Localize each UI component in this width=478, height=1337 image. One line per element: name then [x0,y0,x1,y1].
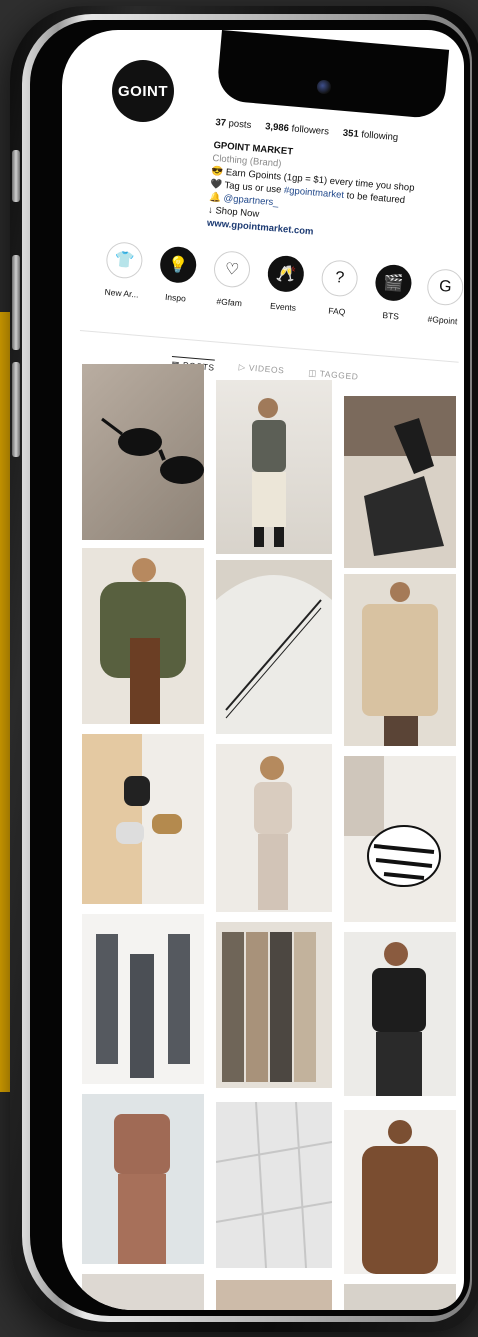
mirror-tiles-image [216,1102,332,1268]
profile-info: 37 posts 3,986 followers 351 following G… [206,116,445,249]
sunglasses-image [101,417,204,484]
gpoint-logo-icon: G [425,267,464,307]
followers-stat[interactable]: 3,986 followers [265,120,330,138]
teddy-coat-image [362,1120,438,1274]
staircase-image [216,575,332,734]
highlight-gfam[interactable]: ♡ #Gfam [201,249,261,309]
instagram-profile-screen: GOINT 37 posts 3,986 followers 351 follo… [62,30,464,1310]
highlight-gpoint[interactable]: G #Gpoint [414,267,464,327]
post-thumbnail[interactable] [82,1274,204,1310]
post-thumbnail[interactable] [82,364,204,540]
tracksuit-image [114,1114,170,1264]
post-thumbnail[interactable] [82,1094,204,1264]
highlight-bts[interactable]: 🎬 BTS [362,263,422,323]
post-thumbnail[interactable] [344,396,456,568]
device-mockup: GOINT 37 posts 3,986 followers 351 follo… [0,0,478,1337]
highlight-label: #Gpoint [427,313,458,327]
post-thumbnail[interactable] [216,380,332,554]
model-vest-image [252,398,286,547]
heart-house-icon: ♡ [212,249,252,289]
post-thumbnail[interactable] [344,756,456,922]
highlight-new-arrivals[interactable]: 👕 New Ar... [93,240,153,300]
zebra-bag-image [344,756,441,887]
post-thumbnail[interactable] [344,1110,456,1274]
clapperboard-icon: 🎬 [374,263,413,303]
post-thumbnail[interactable] [216,922,332,1088]
puffer-jacket-image [100,558,186,724]
post-thumbnail[interactable] [344,932,456,1096]
loungewear-image [254,756,292,910]
story-highlights: 👕 New Ar... 💡 Inspo ♡ #Gfam 🥂 Events ? F… [90,240,464,361]
shirt-jacket-image [362,582,438,746]
brand-logo: GOINT [118,82,168,100]
post-thumbnail[interactable] [216,1102,332,1268]
post-thumbnail[interactable] [216,560,332,734]
highlight-inspo[interactable]: 💡 Inspo [147,245,207,305]
boots-image [344,396,456,556]
post-thumbnail[interactable] [82,914,204,1084]
volume-down-button [12,362,20,457]
post-thumbnail[interactable] [216,1280,332,1310]
front-camera [317,80,331,94]
question-icon: ? [320,258,360,298]
highlight-events[interactable]: 🥂 Events [255,254,315,314]
lightbulb-icon: 💡 [158,245,198,285]
clothing-rack-image [222,932,316,1082]
tab-videos[interactable]: ▷ VIDEOS [238,362,285,380]
highlight-label: Events [269,300,297,313]
following-stat[interactable]: 351 following [342,127,398,145]
hair-clips-image [82,734,182,904]
volume-up-button [12,255,20,350]
highlight-label: Inspo [164,291,187,304]
profile-avatar[interactable]: GOINT [112,60,174,122]
highlight-faq[interactable]: ? FAQ [309,258,369,318]
highlight-label: FAQ [327,305,346,317]
following-count: 351 [342,127,360,140]
silent-switch [12,150,20,202]
post-thumbnail[interactable] [344,574,456,746]
followers-count: 3,986 [264,121,290,135]
followers-label: followers [291,123,330,138]
highlight-label: BTS [382,310,400,322]
highlight-label: #Gfam [216,296,243,309]
post-thumbnail[interactable] [216,744,332,912]
champagne-icon: 🥂 [266,254,306,294]
posts-stat[interactable]: 37 posts [215,116,252,132]
post-thumbnail[interactable] [344,1284,456,1310]
posts-count: 37 [214,116,227,129]
checkered-set-image [96,934,190,1078]
black-blazer-image [372,942,426,1096]
phone-notch [215,30,450,120]
tshirt-icon: 👕 [104,240,144,280]
post-thumbnail[interactable] [82,548,204,724]
posts-label: posts [228,118,252,131]
following-label: following [360,129,399,144]
post-thumbnail[interactable] [82,734,204,904]
highlight-label: New Ar... [104,286,139,300]
